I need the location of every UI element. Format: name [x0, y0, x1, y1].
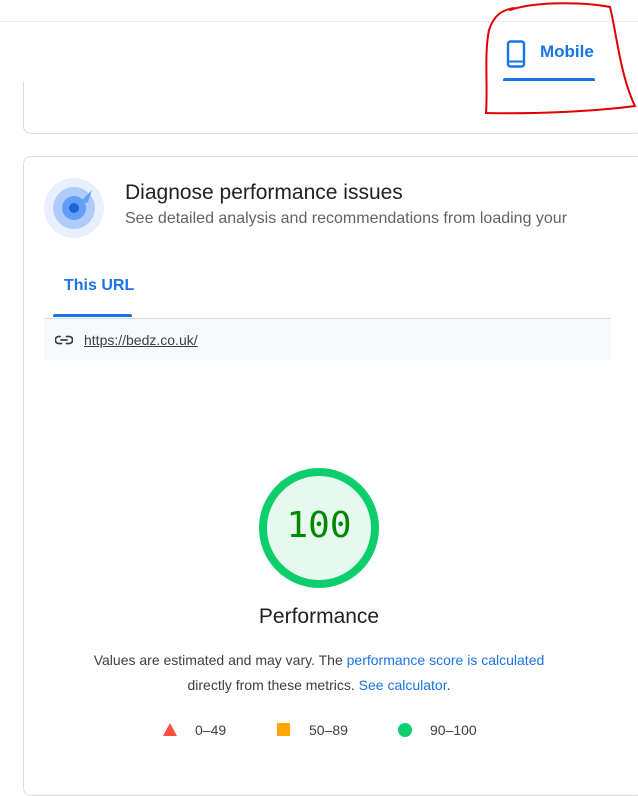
legend-label-average: 50–89 — [309, 722, 348, 738]
legend-item-pass: 90–100 — [396, 720, 496, 740]
link-icon — [55, 335, 73, 345]
tab-this-url-indicator — [53, 314, 132, 317]
performance-score-link[interactable]: performance score is calculated — [347, 652, 545, 668]
description-text-2: directly from these metrics. — [187, 677, 359, 693]
green-circle-icon — [398, 723, 412, 737]
legend-label-fail: 0–49 — [195, 722, 227, 738]
description-text-3: . — [446, 677, 451, 693]
legend-item-fail: 0–49 — [160, 720, 260, 740]
tab-this-url[interactable]: This URL — [64, 277, 134, 295]
diagnose-title: Diagnose performance issues — [125, 181, 403, 204]
tab-mobile[interactable]: Mobile — [503, 30, 595, 82]
performance-label: Performance — [258, 605, 380, 628]
see-calculator-link[interactable]: See calculator — [359, 677, 447, 693]
diagnose-radar-icon — [44, 178, 104, 238]
legend-item-average: 50–89 — [275, 720, 375, 740]
orange-square-icon — [277, 723, 290, 736]
red-triangle-icon — [163, 723, 177, 736]
legend-label-pass: 90–100 — [430, 722, 477, 738]
description-text-1: Values are estimated and may vary. The — [93, 652, 347, 668]
header-divider — [0, 21, 638, 22]
previous-card — [23, 82, 638, 134]
performance-score-value: 100 — [286, 505, 352, 546]
tab-mobile-label: Mobile — [540, 42, 594, 61]
tab-active-indicator — [503, 78, 595, 81]
score-description: Values are estimated and may vary. The p… — [60, 648, 578, 698]
page-url-link[interactable]: https://bedz.co.uk/ — [84, 332, 198, 348]
smartphone-icon — [506, 40, 526, 68]
diagnose-subtitle: See detailed analysis and recommendation… — [125, 210, 568, 227]
